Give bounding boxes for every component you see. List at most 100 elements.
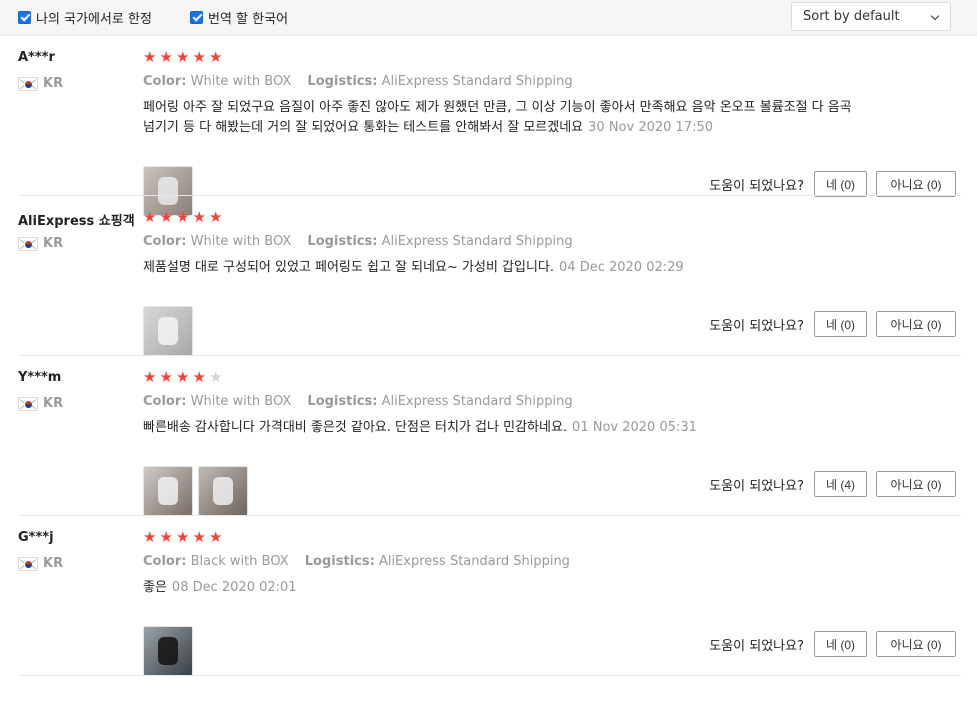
star-icon: ★	[176, 48, 190, 66]
rating-stars: ★ ★ ★ ★ ★	[143, 210, 226, 226]
review-text: 페어링 아주 잘 되었구요 음질이 아주 좋진 않아도 제가 원했던 만큼, 그…	[143, 98, 863, 138]
star-icon: ★	[143, 48, 157, 66]
reviewer-country: KR	[18, 76, 63, 91]
review-photo-thumbnail[interactable]	[143, 466, 193, 516]
star-icon: ★	[143, 208, 157, 226]
review-meta: Color: White with BOX Logistics: AliExpr…	[143, 234, 573, 249]
country-filter-checkbox[interactable]: 나의 국가에서로 한정	[18, 8, 152, 27]
reviewer-country: KR	[18, 236, 63, 251]
star-icon: ★	[143, 368, 157, 386]
review-body: 빠른배송 감사합니다 가격대비 좋은것 같아요. 단점은 터치가 겁나 민감하네…	[143, 420, 568, 435]
helpful-no-button[interactable]: 아니요 (0)	[876, 171, 956, 197]
translate-checkbox[interactable]: 번역 할 한국어	[190, 8, 288, 27]
reviewer-name: Y***m	[18, 370, 62, 385]
star-icon: ★	[143, 528, 157, 546]
helpful-no-button[interactable]: 아니요 (0)	[876, 311, 956, 337]
review-photo-thumbnail[interactable]	[143, 306, 193, 356]
kr-flag-icon	[18, 236, 38, 251]
review-meta: Color: White with BOX Logistics: AliExpr…	[143, 74, 573, 89]
star-icon: ★	[159, 368, 173, 386]
color-value: White with BOX	[190, 234, 292, 249]
star-icon: ★	[192, 48, 206, 66]
logistics-value: AliExpress Standard Shipping	[378, 554, 570, 569]
reviewer-country: KR	[18, 556, 63, 571]
color-key: Color:	[143, 74, 187, 89]
review-body: 페어링 아주 잘 되었구요 음질이 아주 좋진 않아도 제가 원했던 만큼, 그…	[143, 100, 852, 135]
star-icon: ★	[209, 48, 223, 66]
helpful-question: 도움이 되었나요?	[709, 638, 804, 654]
helpful-vote: 도움이 되었나요? 네 (0) 아니요 (0)	[709, 631, 956, 657]
star-icon: ★	[176, 208, 190, 226]
helpful-question: 도움이 되었나요?	[709, 178, 804, 194]
helpful-question: 도움이 되었나요?	[709, 478, 804, 494]
color-value: White with BOX	[190, 394, 292, 409]
review-text: 좋은 08 Dec 2020 02:01	[143, 578, 863, 598]
helpful-yes-button[interactable]: 네 (0)	[814, 171, 867, 197]
star-icon: ★	[209, 528, 223, 546]
country-filter-label[interactable]: 나의 국가에서로 한정	[36, 8, 152, 27]
rating-stars: ★ ★ ★ ★ ★	[143, 530, 226, 546]
review-item: A***r KR ★ ★ ★ ★ ★ Color: White with BOX Log…	[0, 36, 977, 216]
star-icon: ★	[159, 528, 173, 546]
review-text: 빠른배송 감사합니다 가격대비 좋은것 같아요. 단점은 터치가 겁나 민감하네…	[143, 418, 863, 438]
chevron-down-icon	[930, 11, 940, 21]
translate-label[interactable]: 번역 할 한국어	[208, 8, 288, 27]
star-icon: ★	[192, 208, 206, 226]
star-icon: ★	[209, 368, 223, 386]
review-text: 제품설명 대로 구성되어 있었고 페어링도 쉽고 잘 되네요~ 가성비 갑입니다…	[143, 258, 863, 278]
color-key: Color:	[143, 234, 187, 249]
review-item: AliExpress 쇼핑객 KR ★ ★ ★ ★ ★ Color: White wit…	[0, 196, 977, 356]
helpful-no-button[interactable]: 아니요 (0)	[876, 631, 956, 657]
review-photos	[143, 466, 253, 516]
star-icon: ★	[159, 48, 173, 66]
country-code: KR	[43, 76, 64, 91]
helpful-vote: 도움이 되었나요? 네 (4) 아니요 (0)	[709, 471, 956, 497]
review-photo-thumbnail[interactable]	[143, 626, 193, 676]
sort-dropdown[interactable]: Sort by default	[791, 2, 951, 31]
helpful-vote: 도움이 되었나요? 네 (0) 아니요 (0)	[709, 311, 956, 337]
star-icon: ★	[176, 528, 190, 546]
star-icon: ★	[209, 208, 223, 226]
kr-flag-icon	[18, 76, 38, 91]
logistics-key: Logistics:	[307, 234, 378, 249]
helpful-vote: 도움이 되었나요? 네 (0) 아니요 (0)	[709, 171, 956, 197]
country-code: KR	[43, 236, 64, 251]
review-date: 08 Dec 2020 02:01	[171, 580, 297, 595]
rating-stars: ★ ★ ★ ★ ★	[143, 370, 226, 386]
color-value: White with BOX	[190, 74, 292, 89]
country-code: KR	[43, 556, 64, 571]
reviewer-name: AliExpress 쇼핑객	[18, 214, 135, 229]
review-photos	[143, 306, 198, 356]
review-body: 제품설명 대로 구성되어 있었고 페어링도 쉽고 잘 되네요~ 가성비 갑입니다…	[143, 260, 555, 275]
helpful-yes-button[interactable]: 네 (0)	[814, 631, 867, 657]
helpful-question: 도움이 되었나요?	[709, 318, 804, 334]
color-value: Black with BOX	[190, 554, 289, 569]
helpful-no-button[interactable]: 아니요 (0)	[876, 471, 956, 497]
sort-selected-value: Sort by default	[803, 9, 900, 24]
star-icon: ★	[176, 368, 190, 386]
kr-flag-icon	[18, 396, 38, 411]
checkbox-checked-icon[interactable]	[18, 10, 31, 24]
reviewer-name: G***j	[18, 530, 54, 545]
review-date: 01 Nov 2020 05:31	[572, 420, 697, 435]
color-key: Color:	[143, 394, 187, 409]
rating-stars: ★ ★ ★ ★ ★	[143, 50, 226, 66]
helpful-yes-button[interactable]: 네 (4)	[814, 471, 867, 497]
color-key: Color:	[143, 554, 187, 569]
checkbox-checked-icon[interactable]	[190, 10, 203, 24]
reviewer-name: A***r	[18, 50, 55, 65]
review-item: G***j KR ★ ★ ★ ★ ★ Color: Black with BOX Log…	[0, 516, 977, 676]
review-photos	[143, 626, 198, 676]
logistics-value: AliExpress Standard Shipping	[381, 394, 573, 409]
reviewer-country: KR	[18, 396, 63, 411]
logistics-value: AliExpress Standard Shipping	[381, 74, 573, 89]
review-date: 04 Dec 2020 02:29	[559, 260, 684, 275]
logistics-value: AliExpress Standard Shipping	[381, 234, 573, 249]
divider	[18, 675, 961, 676]
review-body: 좋은	[143, 580, 167, 595]
star-icon: ★	[192, 368, 206, 386]
helpful-yes-button[interactable]: 네 (0)	[814, 311, 867, 337]
review-photo-thumbnail[interactable]	[198, 466, 248, 516]
review-date: 30 Nov 2020 17:50	[588, 120, 713, 135]
logistics-key: Logistics:	[304, 554, 375, 569]
